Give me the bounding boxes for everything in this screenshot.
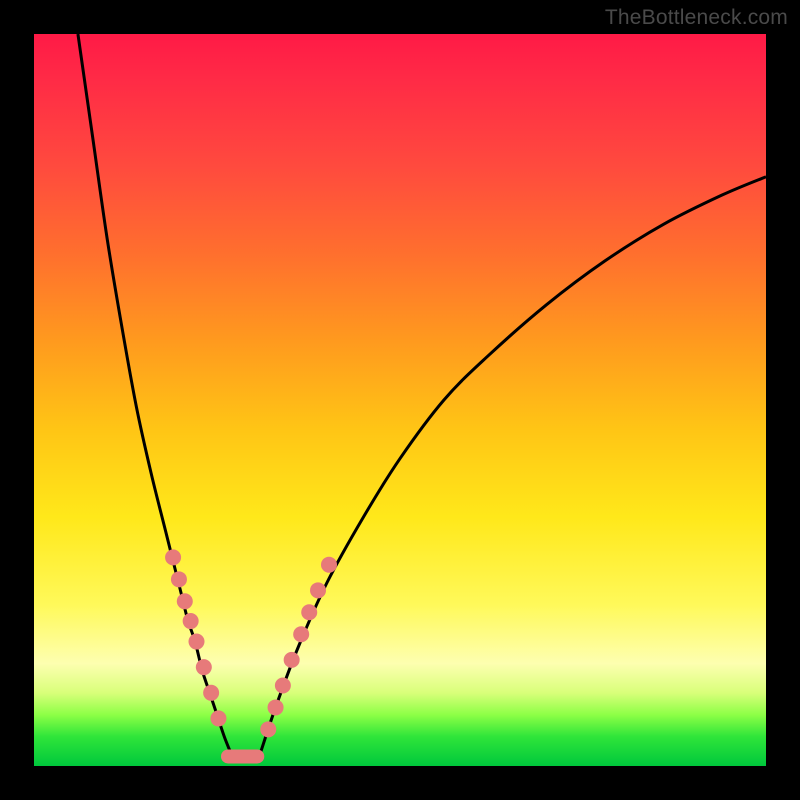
left-dot-5 xyxy=(196,659,212,675)
right-dot-6 xyxy=(310,582,326,598)
attribution-text: TheBottleneck.com xyxy=(605,6,788,30)
left-dot-0 xyxy=(165,549,181,565)
left-dot-6 xyxy=(203,685,219,701)
right-curve-path xyxy=(261,177,766,752)
left-curve-path xyxy=(78,34,232,755)
left-curve xyxy=(78,34,232,755)
right-dot-2 xyxy=(275,677,291,693)
right-dot-4 xyxy=(293,626,309,642)
left-dot-cluster xyxy=(165,549,226,726)
right-dot-0 xyxy=(260,721,276,737)
left-dot-7 xyxy=(210,710,226,726)
left-dot-3 xyxy=(183,613,199,629)
right-dot-5 xyxy=(301,604,317,620)
plot-area xyxy=(34,34,766,766)
left-dot-2 xyxy=(177,593,193,609)
chart-frame: TheBottleneck.com xyxy=(0,0,800,800)
left-dot-4 xyxy=(189,634,205,650)
right-curve xyxy=(261,177,766,752)
chart-svg xyxy=(34,34,766,766)
right-dot-1 xyxy=(268,699,284,715)
right-dot-7 xyxy=(321,557,337,573)
right-dot-3 xyxy=(284,652,300,668)
left-dot-1 xyxy=(171,571,187,587)
